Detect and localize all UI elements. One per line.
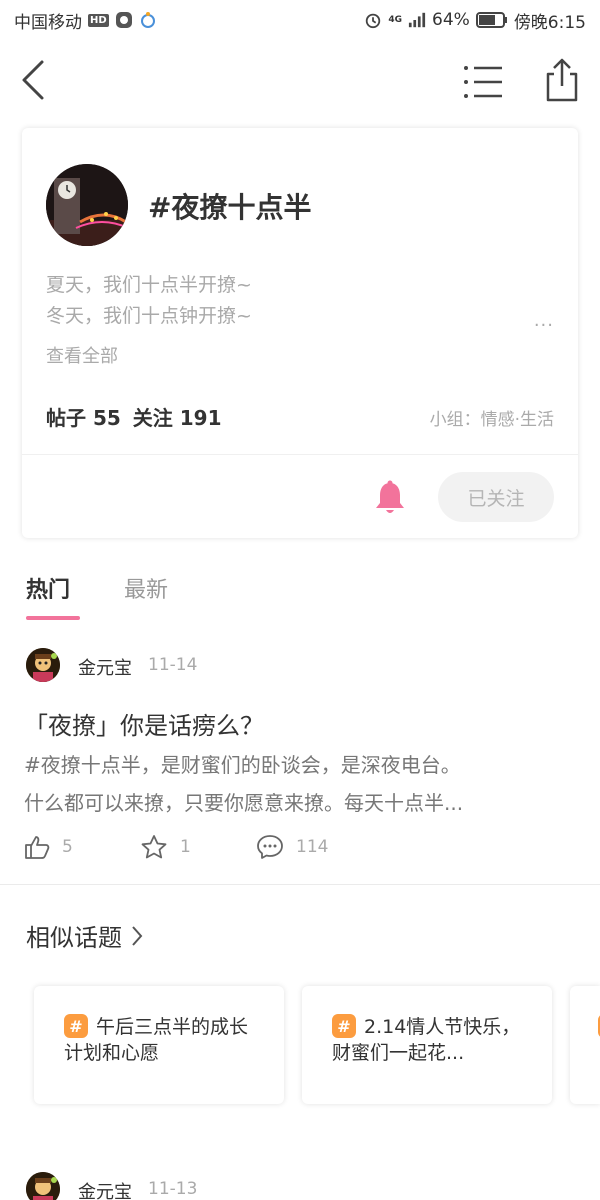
post-title[interactable]: 「夜撩」你是话痨么？: [24, 706, 264, 741]
thumbs-up-icon: [25, 836, 50, 859]
post-item[interactable]: 金元宝 11-13: [0, 1172, 600, 1200]
share-button[interactable]: [540, 56, 584, 104]
avatar-image: [26, 1172, 60, 1200]
weather-notification-icon: [139, 11, 157, 29]
battery-percent: 64%: [432, 10, 470, 30]
avatar-image: [26, 648, 60, 682]
back-arrow-icon: [22, 60, 44, 100]
topic-card: #夜撩十点半 夏天，我们十点半开撩~ 冬天，我们十点钟开撩~ ... 查看全部 …: [22, 128, 578, 538]
topic-group-label[interactable]: 小组：情感·生活: [430, 405, 554, 430]
star-icon: [141, 835, 167, 859]
list-menu-icon: [464, 66, 502, 98]
favorite-button[interactable]: 1: [140, 834, 256, 860]
excerpt-line: 什么都可以来撩，只要你愿意来撩。每天十点半...: [24, 791, 464, 815]
tab-latest[interactable]: 最新: [124, 572, 168, 622]
description-line: 冬天，我们十点钟开撩~: [46, 305, 252, 327]
carrier-label: 中国移动: [14, 12, 82, 33]
status-bar: 中国移动 HD 4G 64% 傍晚6:15: [0, 0, 600, 40]
post-date: 11-14: [148, 655, 198, 675]
topic-avatar: [46, 164, 128, 246]
divider: [0, 884, 600, 885]
similar-topic-card[interactable]: # 2.14情人节快乐，财蜜们一起花...: [302, 986, 552, 1104]
followers-count: 关注 191: [132, 406, 222, 430]
similar-topic-card[interactable]: [570, 986, 600, 1104]
clock: 傍晚6:15: [513, 12, 586, 33]
bell-icon: [376, 480, 404, 513]
similar-topics-title: 相似话题: [26, 924, 122, 952]
author-name[interactable]: 金元宝: [78, 654, 132, 680]
author-avatar[interactable]: [26, 648, 60, 682]
chevron-right-icon: [132, 925, 143, 946]
share-icon: [546, 58, 578, 102]
signal-icon: [408, 11, 426, 29]
comment-icon: [257, 835, 283, 859]
alarm-icon: [364, 11, 382, 29]
post-date: 11-13: [148, 1179, 198, 1199]
posts-count: 帖子 55: [46, 406, 121, 430]
topic-stats: 帖子 55 关注 191: [46, 402, 222, 431]
favorite-count: 1: [180, 837, 191, 857]
status-right: 4G 64% 傍晚6:15: [364, 8, 586, 33]
more-ellipsis-icon: ...: [533, 310, 554, 331]
similar-topic-card[interactable]: # 午后三点半的成长计划和心愿: [34, 986, 284, 1104]
description-line: 夏天，我们十点半开撩~: [46, 274, 252, 296]
similar-topic-text: 午后三点半的成长计划和心愿: [64, 1016, 249, 1064]
comment-count: 114: [296, 837, 329, 857]
author-avatar[interactable]: [26, 1172, 60, 1200]
divider: [22, 454, 578, 455]
post-actions: 5 1 114: [24, 834, 328, 860]
clock-tower-image: [46, 164, 128, 246]
topic-description: 夏天，我们十点半开撩~ 冬天，我们十点钟开撩~: [46, 270, 252, 332]
menu-button[interactable]: [462, 62, 506, 102]
similar-topic-text: 2.14情人节快乐，财蜜们一起花...: [332, 1016, 521, 1064]
tab-hot[interactable]: 热门: [26, 572, 81, 622]
excerpt-line: #夜撩十点半，是财蜜们的卧谈会，是深夜电台。: [24, 753, 461, 777]
similar-topics-header[interactable]: 相似话题: [26, 918, 144, 953]
battery-icon: [475, 11, 508, 29]
view-all-link[interactable]: 查看全部: [46, 342, 118, 368]
network-type: 4G: [388, 15, 403, 25]
author-name[interactable]: 金元宝: [78, 1178, 132, 1200]
nav-bar: [0, 48, 600, 112]
feed-tabs: 热门 最新: [26, 572, 168, 622]
post-excerpt[interactable]: #夜撩十点半，是财蜜们的卧谈会，是深夜电台。 什么都可以来撩，只要你愿意来撩。每…: [24, 746, 584, 822]
hd-badge: HD: [88, 13, 109, 27]
post-item[interactable]: 金元宝 11-14 「夜撩」你是话痨么？ #夜撩十点半，是财蜜们的卧谈会，是深夜…: [0, 646, 600, 884]
status-left: 中国移动 HD: [14, 8, 157, 33]
followed-button[interactable]: 已关注: [438, 472, 554, 522]
like-count: 5: [62, 837, 73, 857]
back-button[interactable]: [18, 56, 54, 104]
notification-bell-button[interactable]: [374, 480, 406, 516]
comment-button[interactable]: 114: [256, 834, 328, 860]
like-button[interactable]: 5: [24, 834, 140, 860]
app-notification-icon: [115, 11, 133, 29]
topic-title: #夜撩十点半: [148, 191, 312, 224]
